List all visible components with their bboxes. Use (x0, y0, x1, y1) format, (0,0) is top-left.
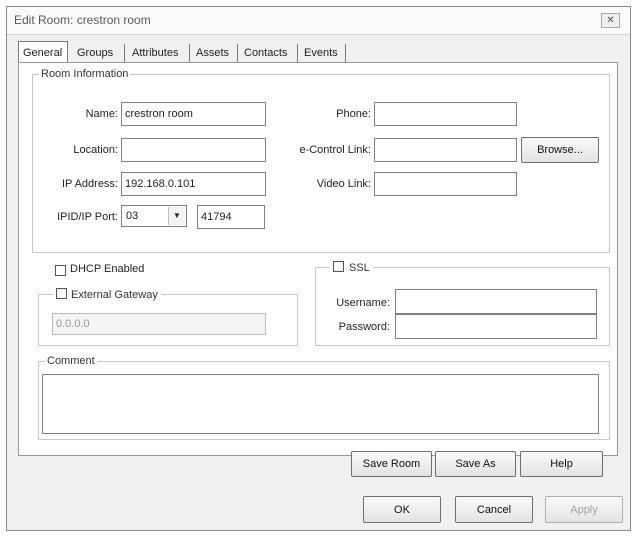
phone-field[interactable] (374, 102, 517, 126)
external-gateway-label: External Gateway (71, 289, 158, 301)
browse-button[interactable]: Browse... (521, 137, 599, 163)
tab-general[interactable]: General (18, 41, 68, 63)
cancel-button[interactable]: Cancel (455, 496, 533, 523)
password-label: Password: (338, 321, 390, 333)
gateway-address-field[interactable] (52, 313, 266, 335)
name-label: Name: (85, 108, 118, 120)
ssl-checkbox[interactable] (333, 261, 344, 272)
tab-contacts[interactable]: Contacts (240, 44, 298, 63)
tab-events[interactable]: Events (300, 44, 346, 63)
ok-button[interactable]: OK (363, 496, 441, 523)
phone-label: Phone: (336, 108, 371, 120)
dhcp-enabled-checkbox[interactable] (55, 265, 66, 276)
username-field[interactable] (395, 289, 597, 314)
room-information-legend: Room Information (41, 68, 129, 80)
ipid-port-label: IPID/IP Port: (57, 211, 118, 223)
save-room-button[interactable]: Save Room (351, 451, 432, 477)
save-as-button[interactable]: Save As (435, 451, 516, 477)
chevron-down-icon[interactable]: ▼ (168, 207, 185, 225)
tab-strip: General Groups Attributes Assets Contact… (18, 39, 618, 63)
ipid-select[interactable]: 03 ▼ (121, 205, 187, 227)
ip-address-field[interactable] (121, 172, 266, 196)
window-title: Edit Room: crestron room (14, 13, 151, 27)
help-button[interactable]: Help (520, 451, 603, 477)
ip-port-field[interactable] (197, 205, 265, 229)
close-icon[interactable]: ✕ (601, 13, 620, 28)
ipid-selected-value: 03 (126, 210, 139, 222)
tab-attributes[interactable]: Attributes (128, 44, 190, 63)
username-label: Username: (336, 297, 390, 309)
tab-groups[interactable]: Groups (73, 44, 125, 63)
ssl-label: SSL (349, 262, 370, 274)
comment-legend: Comment (47, 355, 95, 367)
location-field[interactable] (121, 138, 266, 162)
econtrol-link-label: e-Control Link: (299, 144, 371, 156)
ip-address-label: IP Address: (61, 178, 118, 190)
video-link-field[interactable] (374, 172, 517, 196)
name-field[interactable] (121, 102, 266, 126)
econtrol-link-field[interactable] (374, 138, 517, 162)
tab-assets[interactable]: Assets (192, 44, 238, 63)
password-field[interactable] (395, 314, 597, 339)
video-link-label: Video Link: (316, 178, 371, 190)
comment-textarea[interactable] (42, 374, 599, 434)
dhcp-enabled-label: DHCP Enabled (70, 263, 145, 275)
apply-button[interactable]: Apply (545, 496, 623, 523)
external-gateway-checkbox[interactable] (56, 288, 67, 299)
location-label: Location: (73, 144, 118, 156)
